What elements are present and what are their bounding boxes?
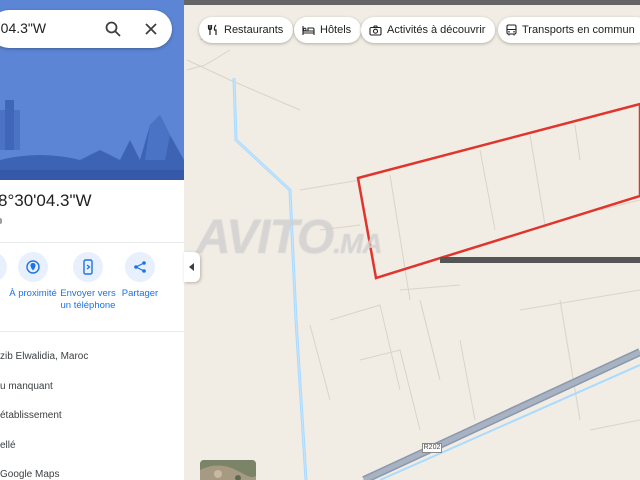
- address-row[interactable]: zib Elwalidia, Maroc: [0, 351, 88, 362]
- satellite-thumbnail-icon: [200, 460, 256, 480]
- add-missing-place-row[interactable]: u manquant: [0, 381, 53, 392]
- search-icon: [105, 21, 121, 37]
- send-to-phone-button[interactable]: Envoyer vers un téléphone: [58, 252, 118, 312]
- action-bar: r À proximité Envoyer vers un téléphone: [0, 252, 184, 332]
- chip-label: Transports en commun: [522, 24, 635, 36]
- chip-label: Activités à découvrir: [387, 24, 486, 36]
- search-button[interactable]: [102, 18, 124, 40]
- layers-thumbnail[interactable]: [200, 460, 256, 480]
- place-panel: '04.3"W 8°30'04.3"W r: [0, 0, 184, 480]
- title-marker: [0, 218, 2, 224]
- bus-icon: [506, 24, 517, 36]
- chip-activities[interactable]: Activités à découvrir: [361, 17, 496, 43]
- action-label: Envoyer vers un téléphone: [60, 288, 116, 311]
- place-title: 8°30'04.3"W: [0, 191, 92, 210]
- chip-restaurants[interactable]: Restaurants: [199, 17, 294, 43]
- chip-transit[interactable]: Transports en commun: [498, 17, 640, 43]
- nearby-icon: [26, 260, 40, 274]
- action-label: Partager: [121, 288, 159, 299]
- place-hero-image: '04.3"W: [0, 0, 184, 180]
- share-icon: [134, 261, 146, 273]
- share-button[interactable]: Partager: [110, 252, 170, 300]
- chip-label: Restaurants: [224, 24, 284, 36]
- google-maps-row[interactable]: Google Maps: [0, 469, 59, 480]
- action-label: À proximité: [9, 288, 57, 299]
- search-box[interactable]: '04.3"W: [0, 10, 172, 48]
- fork-knife-icon: [207, 24, 217, 35]
- close-icon: [145, 23, 157, 35]
- add-label-row[interactable]: ellé: [0, 440, 16, 451]
- road-shield-label: R202: [422, 443, 442, 453]
- map-dark-edge: [440, 257, 640, 263]
- divider: [0, 331, 184, 332]
- search-input[interactable]: '04.3"W: [0, 20, 46, 36]
- watermark: AVITO.MA: [196, 211, 383, 264]
- chip-hotels[interactable]: Hôtels: [294, 17, 362, 43]
- window-edge: [184, 0, 640, 5]
- send-to-phone-icon: [83, 259, 93, 275]
- divider: [0, 242, 184, 243]
- chip-label: Hôtels: [320, 24, 352, 36]
- camera-icon: [369, 24, 382, 36]
- collapse-panel-button[interactable]: [184, 252, 200, 282]
- nearby-button[interactable]: À proximité: [3, 252, 63, 300]
- chevron-left-icon: [189, 263, 194, 271]
- close-button[interactable]: [140, 18, 162, 40]
- bed-icon: [302, 25, 315, 35]
- add-business-row[interactable]: établissement: [0, 410, 62, 421]
